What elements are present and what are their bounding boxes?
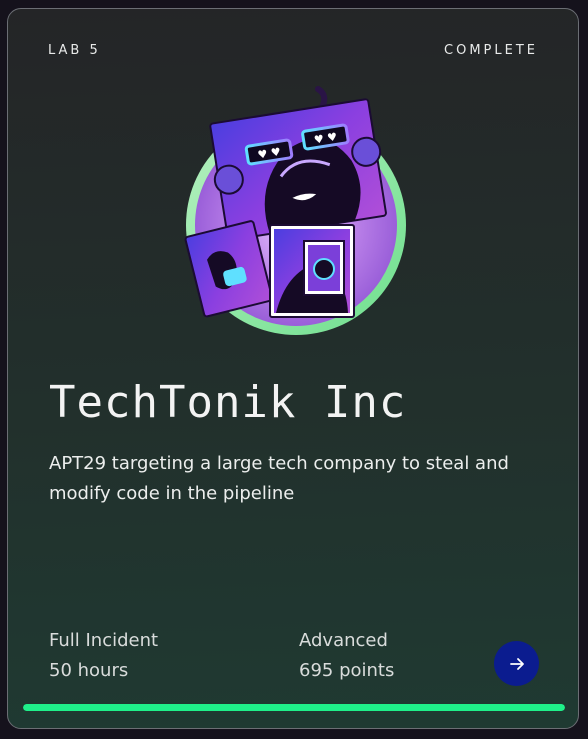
lab-card[interactable]: LAB 5 COMPLETE ♥ ♥ ♥ ♥ TechTonik Inc APT… [7, 8, 579, 729]
lab-title: TechTonik Inc [49, 377, 407, 428]
meta-difficulty: Advanced 695 points [299, 626, 394, 686]
progress-bar [23, 704, 565, 711]
lab-badge-artwork: ♥ ♥ ♥ ♥ [184, 86, 406, 335]
lab-description: APT29 targeting a large tech company to … [49, 453, 509, 504]
progress-fill [23, 704, 565, 711]
duration: 50 hours [49, 660, 129, 681]
open-lab-button[interactable] [494, 641, 539, 686]
arrow-right-icon [509, 657, 524, 670]
incident-type: Full Incident [49, 630, 159, 651]
difficulty: Advanced [299, 630, 388, 651]
meta-incident: Full Incident 50 hours [49, 626, 158, 686]
status-label: COMPLETE [444, 43, 538, 58]
points: 695 points [299, 660, 395, 681]
lab-number-label: LAB 5 [48, 43, 101, 58]
